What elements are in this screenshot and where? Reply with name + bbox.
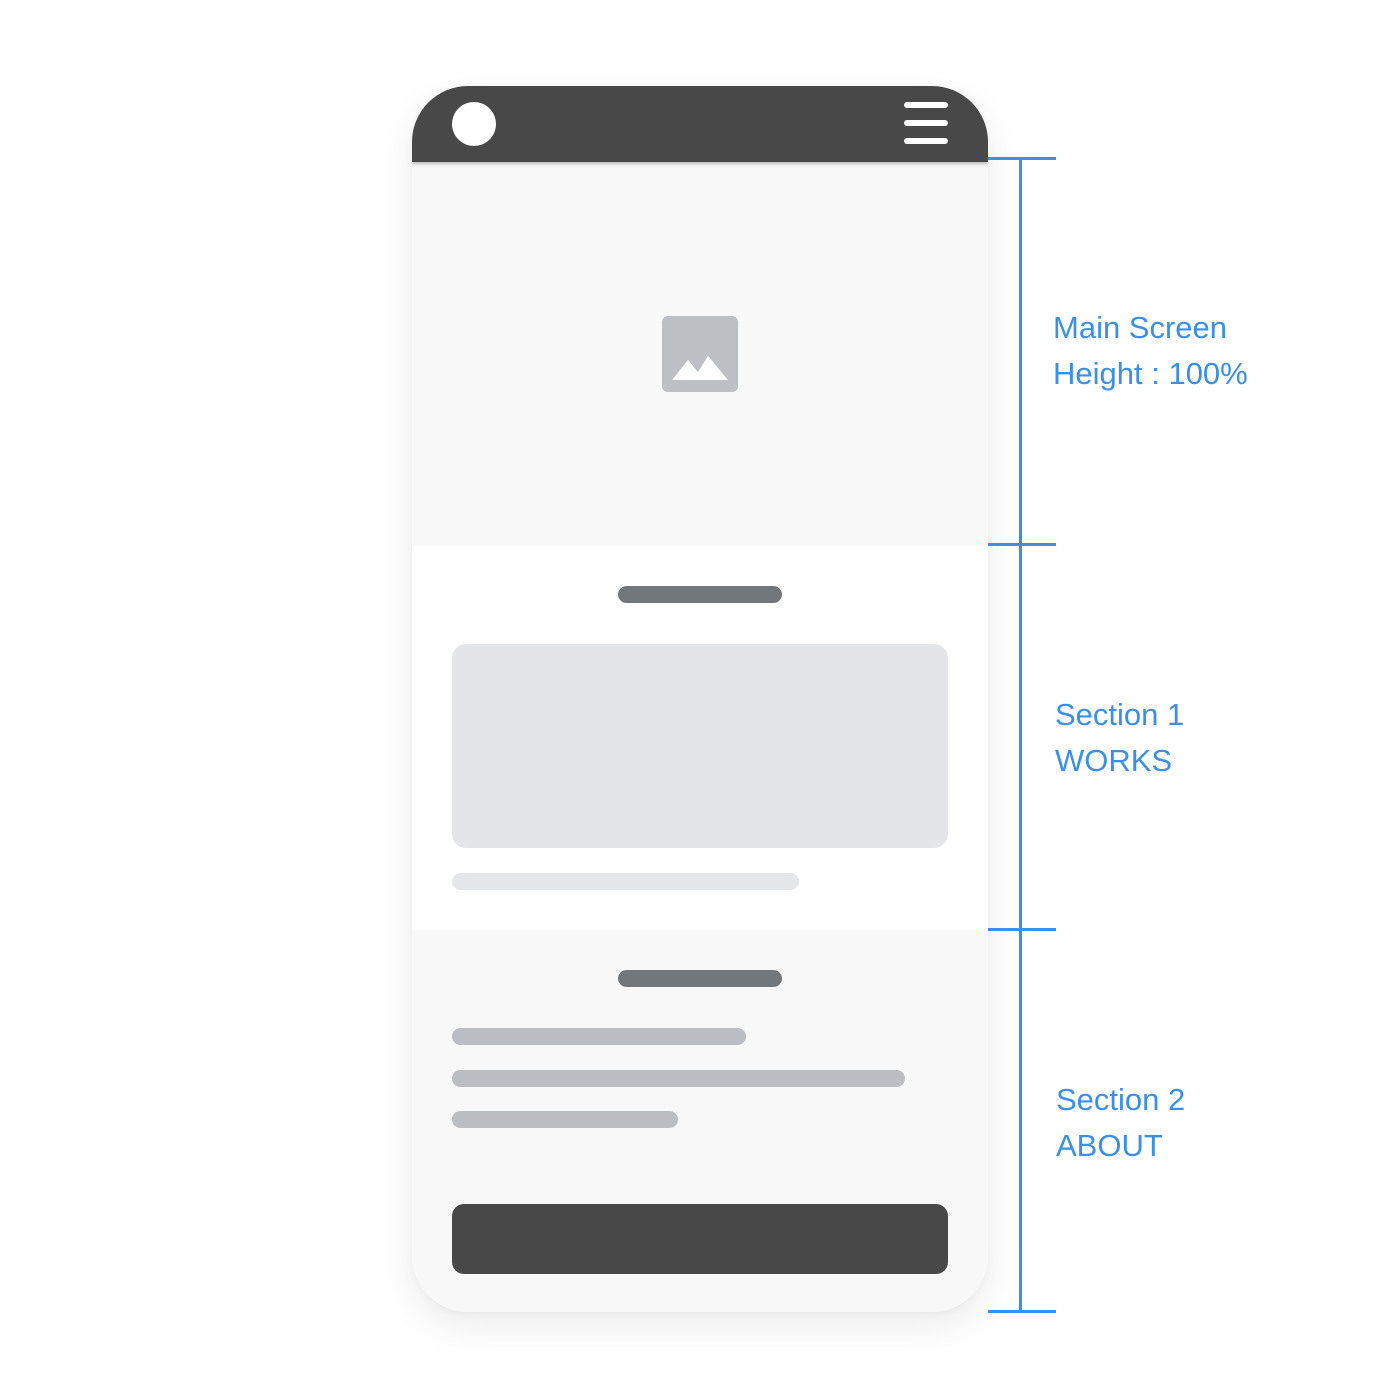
ruler-tick	[988, 543, 1056, 546]
text-line-placeholder	[452, 1111, 678, 1128]
text-line-placeholder	[452, 1028, 746, 1045]
section-title-placeholder	[618, 970, 782, 987]
work-card-placeholder[interactable]	[452, 644, 948, 848]
ruler-tick	[988, 157, 1056, 160]
logo-icon[interactable]	[452, 102, 496, 146]
section2-annotation: Section 2 ABOUT	[1056, 1077, 1185, 1169]
annotation-line: Height : 100%	[1053, 356, 1248, 391]
cta-button[interactable]	[452, 1204, 948, 1274]
menu-line	[904, 138, 948, 144]
hamburger-menu-icon[interactable]	[904, 102, 948, 146]
ruler-tick	[988, 928, 1056, 931]
works-section	[412, 546, 988, 930]
annotation-line: Main Screen	[1053, 310, 1228, 345]
image-placeholder-icon	[662, 316, 738, 392]
about-section	[412, 930, 988, 1312]
wireframe-diagram: Main Screen Height : 100% Section 1 WORK…	[0, 0, 1400, 1400]
menu-line	[904, 120, 948, 126]
header-bar	[412, 86, 988, 162]
ruler-vertical-line	[1019, 157, 1022, 1313]
annotation-line: ABOUT	[1056, 1128, 1163, 1163]
annotation-line: Section 1	[1055, 697, 1185, 732]
section-title-placeholder	[618, 586, 782, 603]
phone-mockup	[412, 86, 988, 1312]
text-line-placeholder	[452, 1070, 905, 1087]
menu-line	[904, 102, 948, 108]
section1-annotation: Section 1 WORKS	[1055, 692, 1184, 784]
caption-placeholder	[452, 873, 799, 890]
annotation-line: Section 2	[1056, 1082, 1186, 1117]
ruler-tick	[988, 1310, 1056, 1313]
main-screen-section	[412, 162, 988, 546]
annotation-line: WORKS	[1055, 743, 1173, 778]
main-screen-annotation: Main Screen Height : 100%	[1053, 305, 1248, 397]
